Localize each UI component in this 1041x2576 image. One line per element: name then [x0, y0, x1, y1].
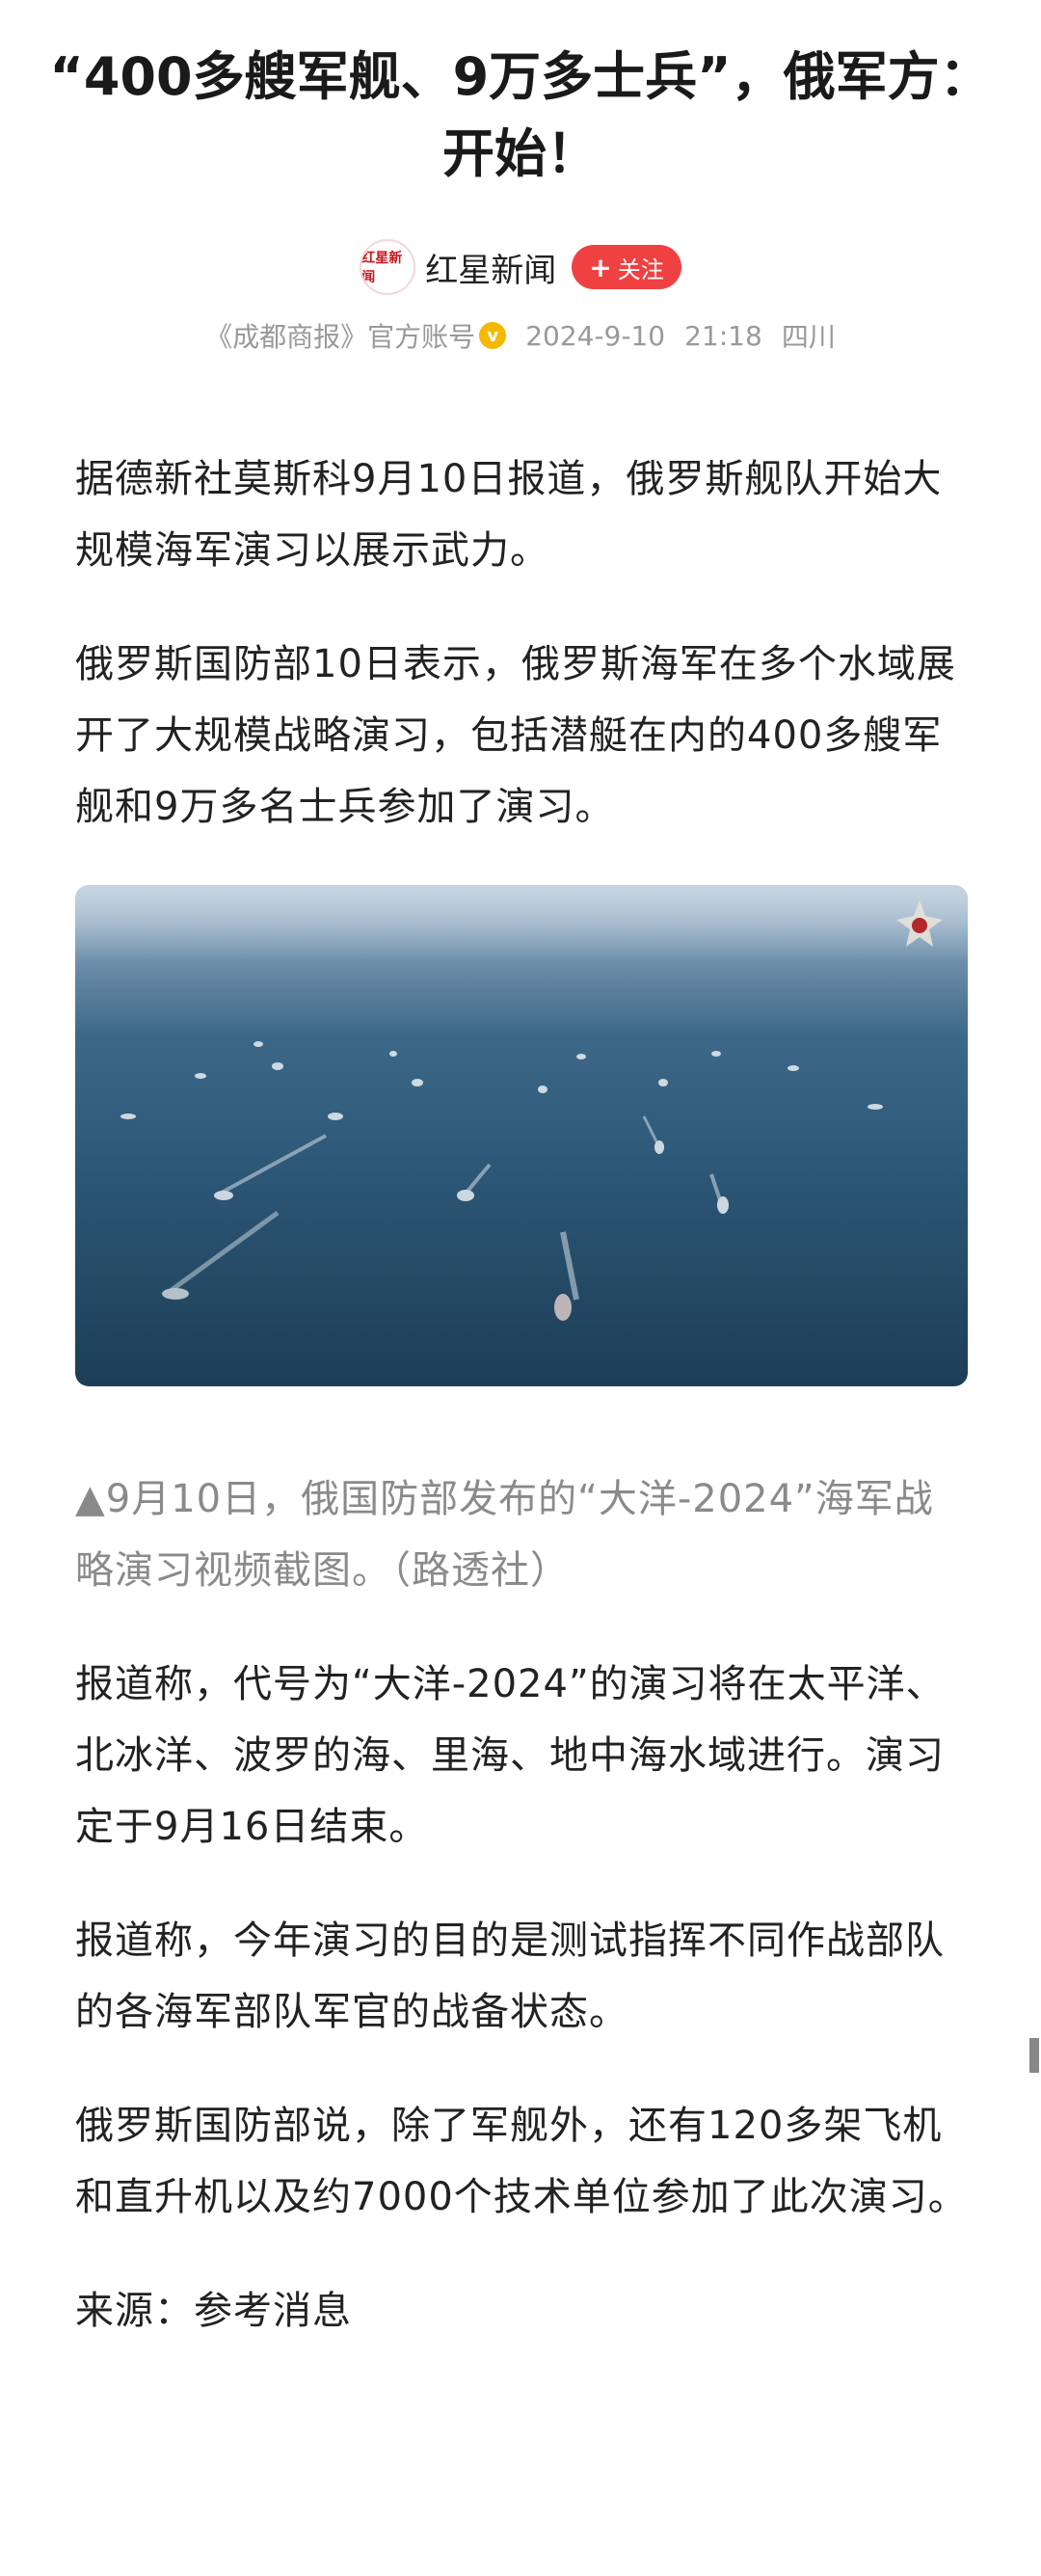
author-row: 红星新闻 红星新闻 + 关注 — [0, 239, 1041, 295]
article-title: “400多艘军舰、9万多士兵”，俄军方：开始！ — [49, 46, 992, 184]
publish-date: 2024-9-10 — [525, 319, 666, 352]
article-body: 据德新社莫斯科9月10日报道，俄罗斯舰队开始大规模海军演习以展示武力。 俄罗斯国… — [75, 443, 972, 2389]
paragraph: 报道称，代号为“大洋-2024”的演习将在太平洋、北冰洋、波罗的海、里海、地中海… — [75, 1662, 946, 1849]
paragraph: 报道称，今年演习的目的是测试指挥不同作战部队的各海军部队军官的战备状态。 — [75, 1919, 945, 2034]
image-caption: ▲9月10日，俄国防部发布的“大洋-2024”海军战略演习视频截图。（路透社） — [75, 1477, 934, 1593]
follow-label: 关注 — [617, 255, 664, 283]
source-line: 来源：参考消息 — [75, 2289, 352, 2333]
article-meta: 《成都商报》官方账号 v 2024-9-10 21:18 四川 — [0, 316, 1041, 355]
fleet-illustration — [75, 885, 968, 1321]
scrollbar-thumb[interactable] — [1029, 2038, 1039, 2073]
paragraph: 据德新社莫斯科9月10日报道，俄罗斯舰队开始大规模海军演习以展示武力。 — [75, 457, 943, 573]
paragraph: 俄罗斯国防部说，除了军舰外，还有120多架飞机和直升机以及约7000个技术单位参… — [75, 2104, 968, 2219]
author-name[interactable]: 红星新闻 — [425, 244, 556, 291]
publish-time: 21:18 — [684, 319, 762, 352]
author-avatar[interactable]: 红星新闻 — [360, 239, 416, 295]
publish-location: 四川 — [781, 321, 836, 353]
plus-icon: + — [589, 251, 612, 283]
verified-badge-icon: v — [479, 322, 507, 349]
paragraph: 俄罗斯国防部10日表示，俄罗斯海军在多个水域展开了大规模战略演习，包括潜艇在内的… — [75, 642, 956, 829]
avatar-logo-text: 红星新闻 — [361, 251, 403, 285]
follow-button[interactable]: + 关注 — [572, 245, 681, 289]
source-account: 《成都商报》官方账号 — [205, 321, 476, 353]
article-image-fleet[interactable] — [75, 885, 968, 1386]
